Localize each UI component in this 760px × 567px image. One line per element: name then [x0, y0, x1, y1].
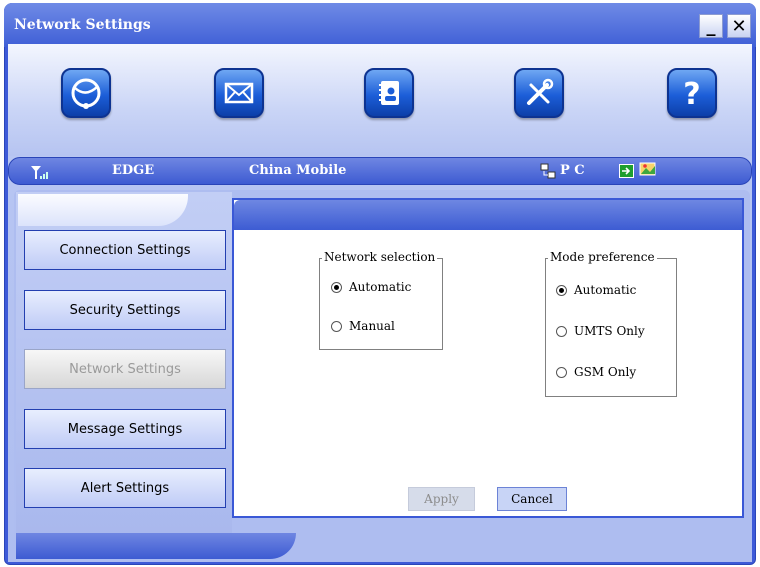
image-icon [639, 162, 656, 176]
toolbar-help-button[interactable]: ? [667, 68, 717, 118]
mode-automatic-label: Automatic [574, 283, 637, 297]
toolbar-messages-button[interactable] [214, 68, 264, 118]
operator-name: China Mobile [249, 163, 347, 178]
network-settings-window: Network Settings _ ✕ ? EDGE China Mobile… [0, 0, 760, 567]
apply-button[interactable]: Apply [408, 487, 475, 511]
pc-connection-icon [540, 163, 556, 179]
envelope-icon [224, 82, 254, 104]
toolbar-settings-button[interactable] [514, 68, 564, 118]
connection-mode: P C [560, 163, 585, 178]
toolbar-connect-button[interactable] [61, 68, 111, 118]
network-automatic-radio[interactable]: Automatic [331, 280, 411, 294]
sidebar-item-network-settings[interactable]: Network Settings [24, 349, 226, 389]
mode-umts-radio[interactable]: UMTS Only [556, 324, 645, 338]
radio-selected-icon [556, 284, 567, 296]
network-manual-radio[interactable]: Manual [331, 319, 395, 333]
network-automatic-label: Automatic [349, 280, 412, 294]
radio-unselected-icon [556, 366, 567, 378]
network-selection-group: Network selection [319, 250, 443, 350]
sidebar-header [18, 194, 188, 226]
sidebar-item-message-settings[interactable]: Message Settings [24, 409, 226, 449]
sim-icon [619, 164, 634, 178]
mode-umts-label: UMTS Only [574, 324, 645, 338]
contacts-icon [379, 81, 399, 105]
radio-selected-icon [331, 281, 342, 293]
mode-gsm-label: GSM Only [574, 365, 637, 379]
sidebar-item-connection-settings[interactable]: Connection Settings [24, 230, 226, 270]
network-type: EDGE [112, 163, 155, 178]
radio-unselected-icon [331, 320, 342, 332]
signal-bars-icon [31, 166, 48, 179]
tools-icon [527, 78, 554, 105]
close-button[interactable]: ✕ [727, 14, 751, 38]
mode-preference-legend: Mode preference [548, 250, 657, 264]
sidebar-item-alert-settings[interactable]: Alert Settings [24, 468, 226, 508]
network-manual-label: Manual [349, 319, 395, 333]
mode-automatic-radio[interactable]: Automatic [556, 283, 636, 297]
mode-gsm-radio[interactable]: GSM Only [556, 365, 636, 379]
toolbar-phonebook-button[interactable] [364, 68, 414, 118]
network-selection-legend: Network selection [322, 250, 438, 264]
close-icon: ✕ [731, 15, 747, 37]
sidebar-item-security-settings[interactable]: Security Settings [24, 290, 226, 330]
settings-panel-header [234, 200, 742, 230]
help-icon: ? [683, 77, 700, 112]
bottom-left-decoration [16, 533, 296, 559]
svg-text:?: ? [683, 77, 700, 112]
radio-unselected-icon [556, 325, 567, 337]
window-title: Network Settings [14, 17, 151, 33]
cancel-button[interactable]: Cancel [497, 487, 567, 511]
minimize-button[interactable]: _ [699, 14, 723, 38]
globe-icon [71, 78, 101, 109]
minimize-icon: _ [706, 15, 716, 37]
